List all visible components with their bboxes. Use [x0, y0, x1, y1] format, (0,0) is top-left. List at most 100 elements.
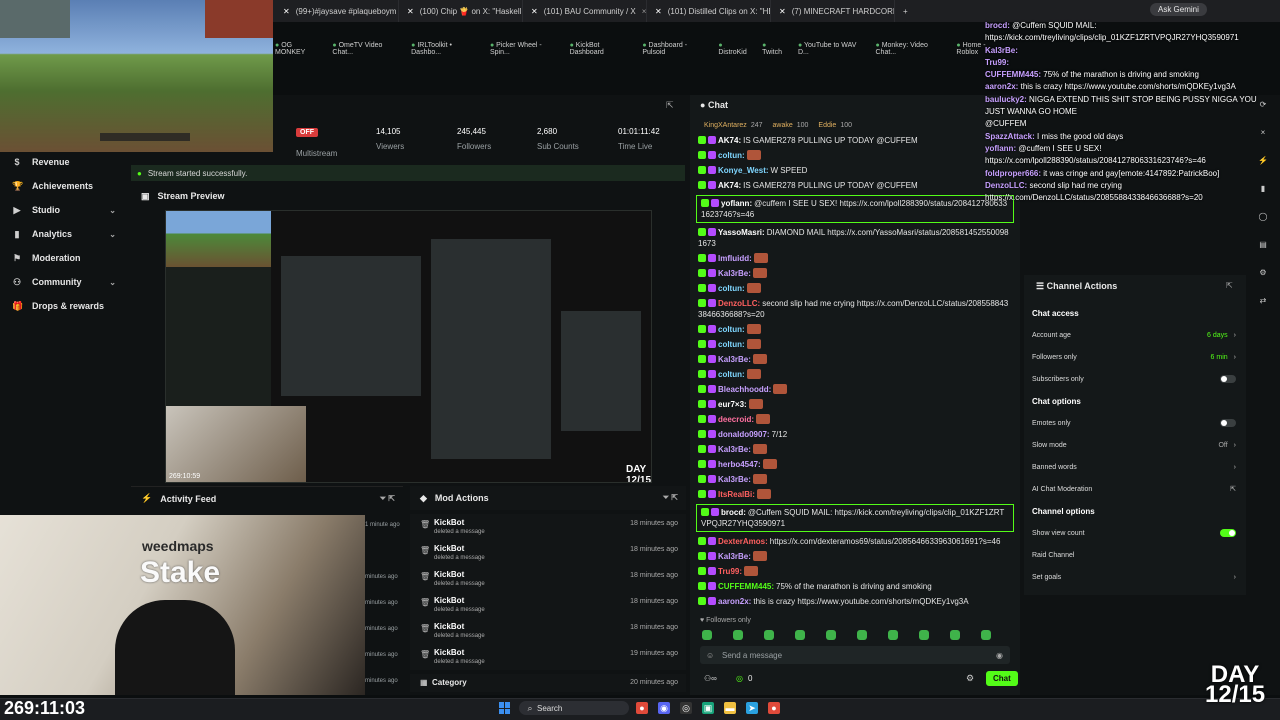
chat-username[interactable]: Kal3rBe:	[718, 269, 751, 278]
sidebar-item-analytics[interactable]: ▮ Analytics ⌄	[0, 222, 128, 246]
send-icon[interactable]: ◉	[996, 651, 1003, 660]
chrome-icon[interactable]: ●	[636, 702, 648, 714]
sidebar-item-drops-rewards[interactable]: 🎁 Drops & rewards	[0, 294, 128, 318]
chat-username[interactable]: YassoMasri:	[718, 228, 765, 237]
chat-username[interactable]: DexterAmos:	[718, 537, 768, 546]
toggle-switch[interactable]	[1220, 419, 1236, 427]
toggle-switch[interactable]	[1220, 375, 1236, 383]
bookmark-item[interactable]: OG MONKEY	[275, 42, 320, 56]
stream-preview-video[interactable]: 269:10:59 DAY 12/15	[165, 210, 652, 483]
browser-tab[interactable]: ✕(99+)#jaysave #plaqueboym×	[275, 0, 399, 22]
channel-option-raid-channel[interactable]: Raid Channel	[1024, 544, 1246, 566]
rail-icon[interactable]: ×	[1255, 128, 1271, 142]
rail-icon[interactable]: ⚡	[1255, 156, 1271, 170]
emote-bar[interactable]	[702, 630, 991, 640]
emote-icon[interactable]	[733, 630, 743, 640]
channel-option-followers-only[interactable]: Followers only 6 min ›	[1024, 346, 1246, 368]
mod-actions-category-row[interactable]: ▦ Category 20 minutes ago	[410, 674, 686, 692]
channel-option-slow-mode[interactable]: Slow mode Off ›	[1024, 434, 1246, 456]
folder-icon[interactable]: ▬	[724, 702, 736, 714]
chat-username[interactable]: AK74:	[718, 181, 741, 190]
bookmark-item[interactable]: Monkey: Video Chat...	[876, 42, 945, 56]
emote-icon[interactable]	[764, 630, 774, 640]
sidebar-item-moderation[interactable]: ⚑ Moderation	[0, 246, 128, 270]
filter-icon[interactable]: ⏷ ⇱	[380, 494, 395, 504]
toggle-switch[interactable]	[1220, 529, 1236, 537]
bookmark-item[interactable]: IRLToolkit • Dashbo...	[411, 42, 478, 56]
channel-option-emotes-only[interactable]: Emotes only	[1024, 412, 1246, 434]
emote-icon[interactable]	[826, 630, 836, 640]
chat-username[interactable]: Kal3rBe:	[718, 355, 751, 364]
chat-username[interactable]: DenzoLLC:	[718, 299, 760, 308]
bookmark-item[interactable]: Dashboard - Pulsoid	[642, 42, 706, 56]
chat-username[interactable]: donaldo0907:	[718, 430, 770, 439]
chat-username[interactable]: coltun:	[718, 340, 745, 349]
emote-icon[interactable]	[888, 630, 898, 640]
chat-username[interactable]: yoflann:	[721, 199, 752, 208]
channel-option-account-age[interactable]: Account age 6 days ›	[1024, 324, 1246, 346]
chat-username[interactable]: coltun:	[718, 370, 745, 379]
browser-tab[interactable]: ✕ (101) BAU Community / X ×	[523, 0, 647, 22]
expand-icon[interactable]: ⇱	[1226, 281, 1233, 290]
channel-option-show-view-count[interactable]: Show view count	[1024, 522, 1246, 544]
mod-action-row[interactable]: 🗑 KickBot deleted a message 18 minutes ago	[410, 618, 686, 644]
chat-input[interactable]: Send a message	[700, 646, 1010, 664]
browser-tab[interactable]: ✕(100) Chip 🍟 on X: "Haskell, C×	[399, 0, 523, 22]
close-icon[interactable]: ×	[642, 7, 646, 16]
mod-action-row[interactable]: 🗑 KickBot deleted a message 18 minutes ago	[410, 592, 686, 618]
mod-action-row[interactable]: 🗑 KickBot deleted a message 18 minutes ago	[410, 514, 686, 540]
emote-icon[interactable]	[919, 630, 929, 640]
chat-username[interactable]: deecroid:	[718, 415, 754, 424]
chat-username[interactable]: brocd:	[721, 508, 746, 517]
bookmark-item[interactable]: DistroKid	[718, 42, 750, 56]
new-tab-button[interactable]: +	[895, 0, 915, 22]
chat-username[interactable]: eur7×3:	[718, 400, 747, 409]
chat-username[interactable]: Kal3rBe:	[718, 475, 751, 484]
chevron-down-icon[interactable]: ⌄	[109, 230, 116, 239]
rail-icon[interactable]: ⇄	[1255, 296, 1271, 310]
app-icon[interactable]: ◎	[680, 702, 692, 714]
rail-icon[interactable]: ◯	[1255, 212, 1271, 226]
chat-username[interactable]: aaron2x:	[718, 597, 751, 606]
gear-icon[interactable]: ⚙	[966, 673, 974, 684]
sidebar-item-achievements[interactable]: 🏆 Achievements	[0, 174, 128, 198]
chat-username[interactable]: herbo4547:	[718, 460, 761, 469]
emote-icon[interactable]	[857, 630, 867, 640]
chat-username[interactable]: coltun:	[718, 325, 745, 334]
rail-icon[interactable]: ▮	[1255, 184, 1271, 198]
emote-icon[interactable]	[702, 630, 712, 640]
channel-option-banned-words[interactable]: Banned words ›	[1024, 456, 1246, 478]
chat-username[interactable]: coltun:	[718, 284, 745, 293]
emoji-icon[interactable]: ☺	[706, 651, 714, 660]
mod-action-row[interactable]: 🗑 KickBot deleted a message 18 minutes ago	[410, 566, 686, 592]
emote-icon[interactable]	[795, 630, 805, 640]
chat-username[interactable]: CUFFEMM445:	[718, 582, 774, 591]
discord-icon[interactable]: ◉	[658, 702, 670, 714]
bookmark-item[interactable]: Twitch	[762, 42, 786, 56]
chat-username[interactable]: AK74:	[718, 136, 741, 145]
channel-option-subscribers-only[interactable]: Subscribers only	[1024, 368, 1246, 390]
expand-icon[interactable]: ⇱	[666, 100, 674, 111]
browser-tab[interactable]: ✕(101) Distilled Clips on X: "HE T×	[647, 0, 771, 22]
chat-username[interactable]: Konye_West:	[718, 166, 769, 175]
bookmark-item[interactable]: KickBot Dashboard	[570, 42, 631, 56]
rail-icon[interactable]: ⚙	[1255, 268, 1271, 282]
emote-icon[interactable]	[950, 630, 960, 640]
chat-username[interactable]: Kal3rBe:	[718, 552, 751, 561]
telegram-icon[interactable]: ➤	[746, 702, 758, 714]
stat-multistream[interactable]: Multistream	[296, 143, 337, 158]
channel-option-set-goals[interactable]: Set goals ›	[1024, 566, 1246, 588]
bookmark-item[interactable]: OmeTV Video Chat...	[332, 42, 399, 56]
chat-username[interactable]: lmfluidd:	[718, 254, 752, 263]
channel-option-ai-chat-moderation[interactable]: AI Chat Moderation ⇱	[1024, 478, 1246, 500]
filter-icon[interactable]: ⏷ ⇱	[663, 493, 678, 503]
chat-username[interactable]: Kal3rBe:	[718, 445, 751, 454]
chrome-icon-2[interactable]: ●	[768, 702, 780, 714]
chat-username[interactable]: Tru99:	[718, 567, 742, 576]
rail-icon[interactable]: ⟳	[1255, 100, 1271, 114]
chat-username[interactable]: coltun:	[718, 151, 745, 160]
rail-icon[interactable]: ▤	[1255, 240, 1271, 254]
chat-username[interactable]: ItsRealBi:	[718, 490, 755, 499]
mod-action-row[interactable]: 🗑 KickBot deleted a message 19 minutes ago	[410, 644, 686, 670]
sidebar-item-revenue[interactable]: $ Revenue	[0, 150, 128, 174]
